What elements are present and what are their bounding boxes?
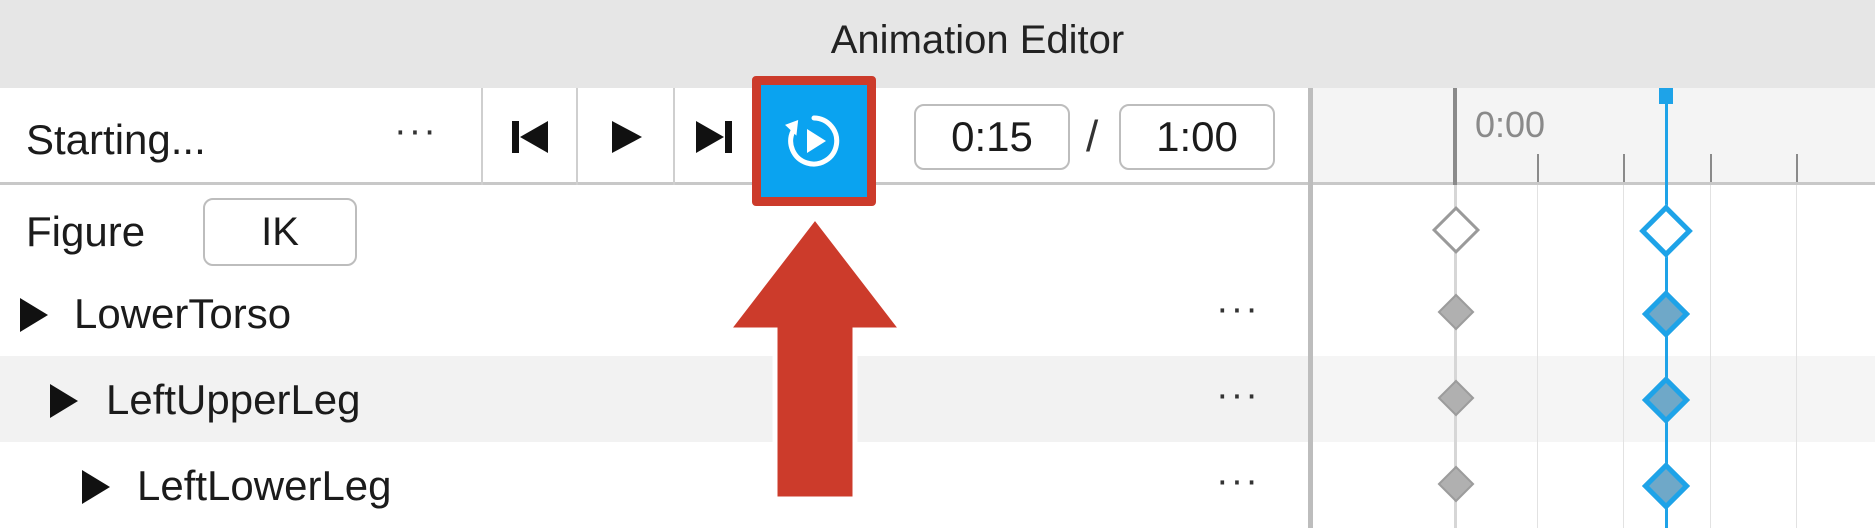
ruler-tick [1537, 154, 1539, 182]
skip-back-icon [511, 120, 548, 153]
track-menu-button[interactable]: ··· [1216, 374, 1260, 417]
timeline-row [1313, 356, 1875, 442]
timeline-gridline [1796, 185, 1797, 528]
loop-button[interactable] [761, 85, 867, 197]
play-button[interactable] [578, 88, 673, 185]
skip-to-start-button[interactable] [483, 88, 576, 185]
time-separator: / [1086, 112, 1099, 161]
loop-button-highlight [752, 76, 876, 206]
track-row-leftlowerleg[interactable]: LeftLowerLeg ··· [0, 442, 1308, 528]
track-label: LowerTorso [74, 290, 292, 337]
playhead-handle[interactable] [1659, 88, 1673, 104]
ruler-start-label: 0:00 [1475, 104, 1546, 145]
animation-editor-window: Animation Editor Starting... ··· 0:15 / … [0, 0, 1875, 528]
timeline-gridline [1623, 185, 1624, 528]
title-bar: Animation Editor [0, 0, 1875, 88]
track-row-leftupperleg[interactable]: LeftUpperLeg ··· [0, 356, 1308, 442]
ruler-tick [1623, 154, 1625, 182]
skip-to-end-button[interactable] [675, 88, 753, 185]
total-time-input[interactable]: 1:00 [1119, 104, 1275, 170]
timeline-row [1313, 442, 1875, 528]
timeline-gridline [1710, 185, 1711, 528]
timeline-ruler[interactable]: 0:00 [1313, 88, 1875, 185]
ik-button[interactable]: IK [203, 198, 357, 266]
track-menu-button[interactable]: ··· [1216, 460, 1260, 503]
track-menu-button[interactable]: ··· [1216, 288, 1260, 331]
skip-forward-icon [696, 120, 732, 153]
expand-arrow-icon[interactable] [50, 384, 78, 418]
track-label: LeftLowerLeg [137, 462, 392, 509]
ruler-tick [1710, 154, 1712, 182]
annotation-arrow [728, 217, 902, 499]
expand-arrow-icon[interactable] [82, 470, 110, 504]
track-label: LeftUpperLeg [106, 376, 361, 423]
ruler-start-marker [1453, 88, 1457, 185]
play-icon [611, 120, 642, 153]
current-time-input[interactable]: 0:15 [914, 104, 1070, 170]
figure-label: Figure [26, 208, 146, 255]
animation-name[interactable]: Starting... [26, 116, 206, 164]
ruler-tick [1796, 154, 1798, 182]
track-list-panel: Starting... ··· 0:15 / 1:00 Figure IK Lo… [0, 88, 1308, 528]
track-row-lowertorso[interactable]: LowerTorso ··· [0, 270, 1308, 356]
figure-row: Figure IK [0, 188, 1308, 274]
loop-icon [785, 115, 840, 167]
timeline-row [1313, 188, 1875, 274]
playback-toolbar: Starting... ··· 0:15 / 1:00 [0, 88, 1308, 185]
expand-arrow-icon[interactable] [20, 298, 48, 332]
timeline-row [1313, 270, 1875, 356]
timeline-gridline [1537, 185, 1538, 528]
window-title: Animation Editor [830, 18, 1125, 62]
animation-menu-button[interactable]: ··· [394, 110, 438, 153]
timeline-panel[interactable]: 0:00 [1313, 88, 1875, 528]
